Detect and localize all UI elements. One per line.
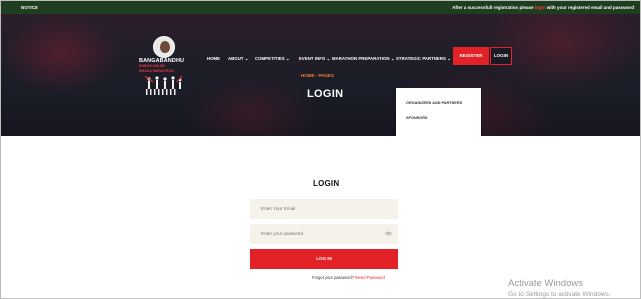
show-password-eye-icon[interactable] <box>385 231 392 236</box>
page-title: LOGIN <box>307 88 344 100</box>
password-input[interactable] <box>250 224 398 244</box>
activate-windows-watermark-title: Activate Windows <box>508 278 583 289</box>
logo-subtitle-line2: DHAKA MARATHON <box>139 68 174 73</box>
strategic-partners-dropdown: ORGANIZERS AND PARTNERS SPONSORS <box>396 88 481 136</box>
hero-banner: BANGABANDHU SHEIKH MUJIB DHAKA MARATHON … <box>1 14 640 136</box>
nav-competities[interactable]: COMPETITIES ⌄ <box>255 56 290 62</box>
dropdown-item-sponsors[interactable]: SPONSORS <box>406 116 428 120</box>
notice-bar: NOTICE After a successfull registration … <box>1 1 640 14</box>
login-submit-button[interactable]: LOG IN <box>250 249 398 269</box>
register-button[interactable]: REGISTER <box>453 47 489 65</box>
nav-about[interactable]: ABOUT ⌄ <box>228 56 248 62</box>
login-nav-button[interactable]: LOGIN <box>490 47 512 65</box>
notice-text: After a successfull registration please … <box>452 5 634 10</box>
runners-icon <box>144 76 183 95</box>
dropdown-item-organizers[interactable]: ORGANIZERS AND PARTNERS <box>406 101 462 105</box>
forgot-password-label: Forgot your password? <box>312 275 356 280</box>
notice-text-before: After a successfull registration please <box>452 5 535 10</box>
notice-text-after: with your registered email and password <box>545 5 634 10</box>
email-input[interactable] <box>250 199 398 219</box>
nav-event-info[interactable]: EVENT INFO ⌄ <box>299 56 330 62</box>
breadcrumb[interactable]: HOME - PAGES <box>301 73 334 78</box>
reset-password-link[interactable]: Reset Password <box>355 275 385 280</box>
logo-portrait-icon <box>153 36 175 58</box>
notice-label: NOTICE <box>21 5 39 10</box>
logo-subtitle: SHEIKH MUJIB DHAKA MARATHON <box>139 64 193 73</box>
nav-strategic-partners[interactable]: STRATEGIC PARTNERS ⌄ <box>396 56 451 62</box>
nav-marathon-preparation[interactable]: MARATHON PREPARATION ⌄ <box>332 56 394 62</box>
nav-home[interactable]: HOME <box>207 56 220 61</box>
site-logo[interactable]: BANGABANDHU SHEIKH MUJIB DHAKA MARATHON <box>139 36 193 98</box>
login-form-title: LOGIN <box>313 179 340 188</box>
notice-login-link[interactable]: login <box>535 5 546 10</box>
activate-windows-watermark-subtitle: Go to Settings to activate Windows. <box>508 291 611 298</box>
forgot-password-text: Forgot your password? Reset Password <box>312 275 385 280</box>
